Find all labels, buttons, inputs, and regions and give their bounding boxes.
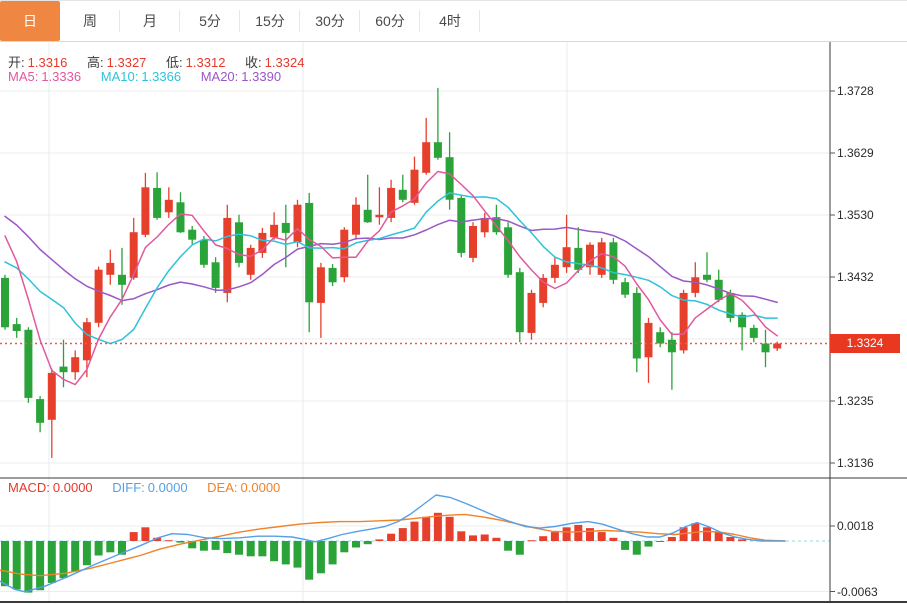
macd-value: 0.0000 [53, 480, 93, 495]
close-value: 1.3324 [265, 55, 305, 70]
diff-label: DIFF: [112, 480, 145, 495]
high-value: 1.3327 [107, 55, 147, 70]
ma20-value: 1.3390 [241, 69, 281, 84]
low-value: 1.3312 [186, 55, 226, 70]
macd-label: MACD: [8, 480, 50, 495]
price-axis-label: 1.3136 [837, 456, 874, 470]
price-axis-label: 1.3530 [837, 208, 874, 222]
price-axis-label: 1.3728 [837, 84, 874, 98]
high-label: 高: [87, 55, 104, 70]
open-label: 开: [8, 55, 25, 70]
ma10-label: MA10: [101, 69, 139, 84]
ma10-value: 1.3366 [141, 69, 181, 84]
price-axis-label: 1.3629 [837, 146, 874, 160]
price-axis-label: 1.3432 [837, 270, 874, 284]
ma5-label: MA5: [8, 69, 38, 84]
ma5-value: 1.3336 [41, 69, 81, 84]
diff-value: 0.0000 [148, 480, 188, 495]
ma-legend: MA5:1.3336 MA10:1.3366 MA20:1.3390 [8, 69, 284, 84]
tab-5分[interactable]: 5分 [180, 1, 240, 41]
tab-30分[interactable]: 30分 [300, 1, 360, 41]
trading-chart-app: 日周月5分15分30分60分4时 开:1.3316 高:1.3327 低:1.3… [0, 0, 907, 604]
tab-周[interactable]: 周 [60, 1, 120, 41]
tab-4时[interactable]: 4时 [420, 1, 480, 41]
tab-月[interactable]: 月 [120, 1, 180, 41]
candlestick-chart[interactable] [0, 0, 907, 604]
timeframe-tabbar: 日周月5分15分30分60分4时 [0, 0, 907, 42]
ma20-label: MA20: [201, 69, 239, 84]
dea-value: 0.0000 [241, 480, 281, 495]
dea-label: DEA: [207, 480, 237, 495]
low-label: 低: [166, 55, 183, 70]
price-axis-label: 1.3235 [837, 394, 874, 408]
macd-axis-label: 0.0018 [837, 519, 874, 533]
tab-60分[interactable]: 60分 [360, 1, 420, 41]
open-value: 1.3316 [28, 55, 68, 70]
macd-legend: MACD:0.0000 DIFF:0.0000 DEA:0.0000 [8, 480, 283, 495]
close-label: 收: [245, 55, 262, 70]
tab-15分[interactable]: 15分 [240, 1, 300, 41]
current-price-tag: 1.3324 [830, 334, 900, 353]
tab-日[interactable]: 日 [0, 1, 60, 41]
macd-axis-label: -0.0063 [837, 585, 878, 599]
